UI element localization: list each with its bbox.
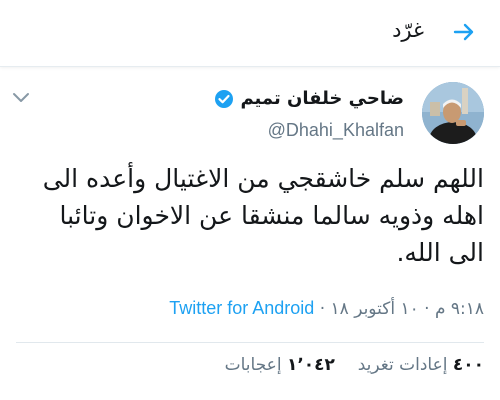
divider: [16, 342, 484, 343]
author-name[interactable]: ضاحي خلفان تميم: [214, 88, 404, 109]
avatar-image: [422, 82, 484, 144]
retweets-count: ٤٠٠: [452, 355, 484, 375]
arrow-right-icon[interactable]: [452, 20, 476, 44]
meta-separator-1: ·: [424, 299, 430, 319]
top-bar: غرّد: [0, 0, 500, 67]
retweets-label: إعادات تغريد: [357, 355, 448, 375]
likes-label: إعجابات: [224, 355, 282, 375]
tweet-source-link[interactable]: Twitter for Android: [169, 298, 314, 318]
chevron-down-icon[interactable]: [12, 92, 30, 104]
retweets-stat[interactable]: ٤٠٠ إعادات تغريد: [352, 355, 484, 375]
author-handle[interactable]: @Dhahi_Khalfan: [268, 120, 404, 141]
avatar[interactable]: [422, 82, 484, 144]
page-title: غرّد: [392, 18, 424, 42]
likes-count: ١٬٠٤٢: [286, 355, 335, 375]
author-name-text: ضاحي خلفان تميم: [240, 88, 404, 109]
likes-stat[interactable]: ١٬٠٤٢ إعجابات: [225, 355, 335, 375]
tweet-text: اللهم سلم خاشقجي من الاغتيال وأعده الى ا…: [42, 164, 484, 267]
tweet-meta: ٩:١٨ م · ١٠ أكتوبر ١٨ · Twitter for Andr…: [169, 298, 484, 319]
tweet-date: ١٠ أكتوبر ١٨: [330, 299, 419, 319]
tweet-stats: ٤٠٠ إعادات تغريد ١٬٠٤٢ إعجابات: [225, 355, 484, 375]
tweet-time: ٩:١٨ م: [434, 299, 484, 319]
verified-badge-icon: [215, 89, 234, 108]
meta-separator-2: ·: [319, 299, 326, 319]
